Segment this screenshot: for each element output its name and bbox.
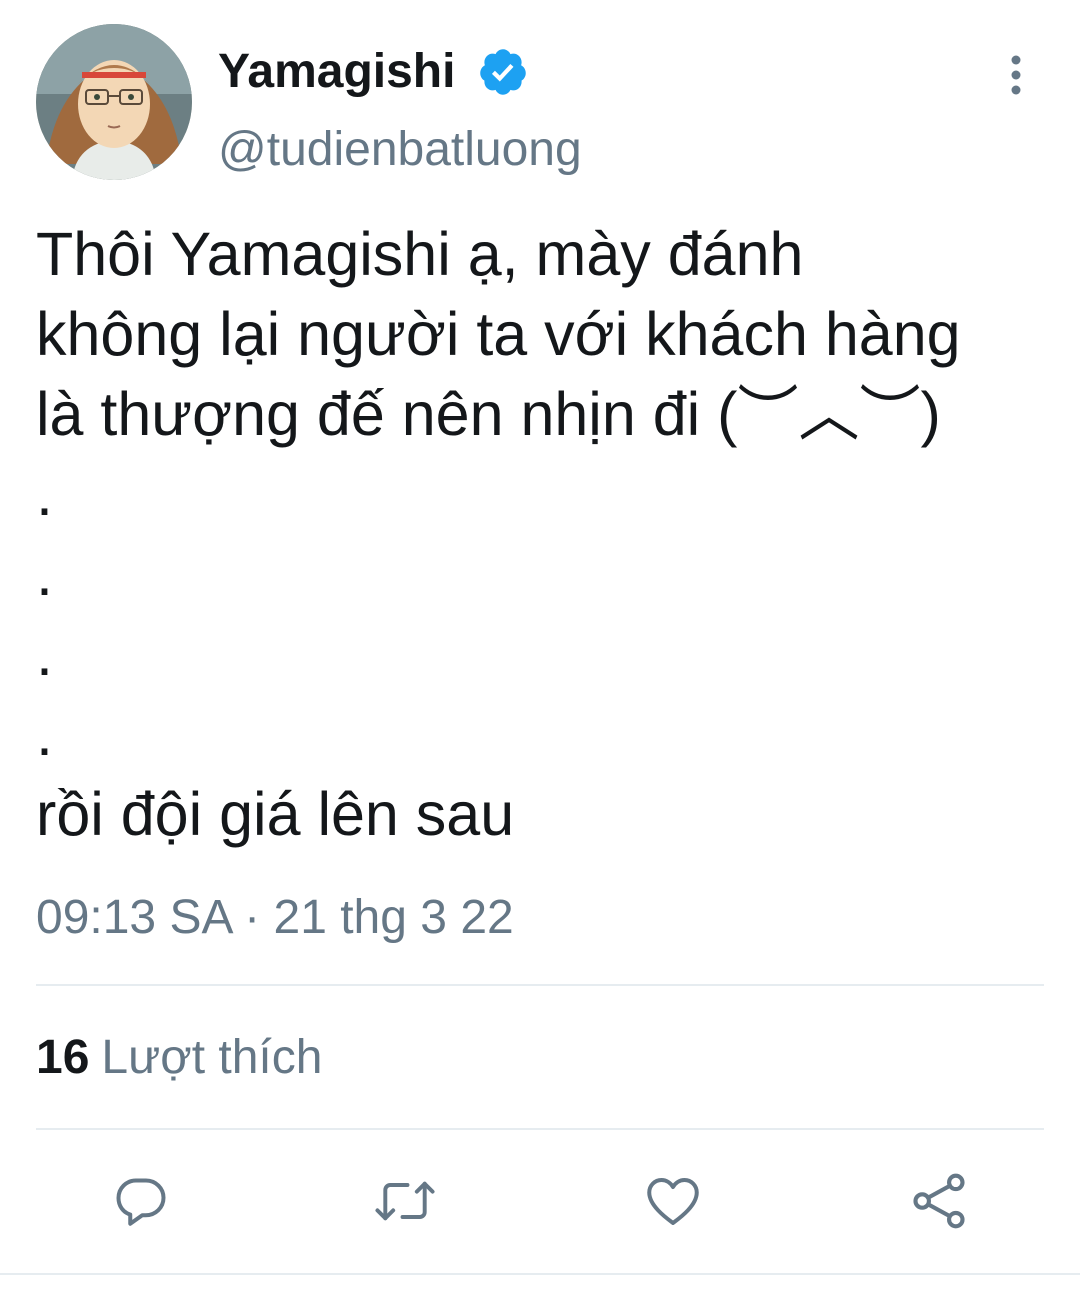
more-options-icon[interactable] [996,52,1036,98]
likes-label: Lượt thích [101,1031,323,1084]
user-handle[interactable]: @tudienbatluong [218,120,582,180]
likes-stat[interactable]: 16 Lượt thích [36,1028,322,1088]
tweet-actions-bar [0,1166,1080,1236]
display-name-row[interactable]: Yamagishi [218,42,529,102]
likes-count: 16 [36,1031,90,1084]
tweet-text: Thôi Yamagishi ạ, mày đánh không lại ngư… [36,220,961,848]
reply-button[interactable] [106,1166,176,1236]
reply-icon [116,1178,166,1226]
share-button[interactable] [904,1166,974,1236]
divider [36,1128,1044,1130]
share-icon [913,1173,965,1229]
avatar[interactable] [36,24,192,180]
like-icon [647,1178,699,1225]
like-button[interactable] [638,1166,708,1236]
display-name[interactable]: Yamagishi [218,42,455,102]
bottom-divider [0,1273,1080,1275]
divider [36,984,1044,986]
verified-badge-icon [477,46,529,98]
tweet-header: Yamagishi @tudienbatluong [36,24,1044,184]
retweet-icon [375,1181,435,1221]
retweet-button[interactable] [370,1166,440,1236]
tweet-timestamp[interactable]: 09:13 SA · 21 thg 3 22 [36,888,514,948]
anime-character-avatar-icon [36,24,192,180]
